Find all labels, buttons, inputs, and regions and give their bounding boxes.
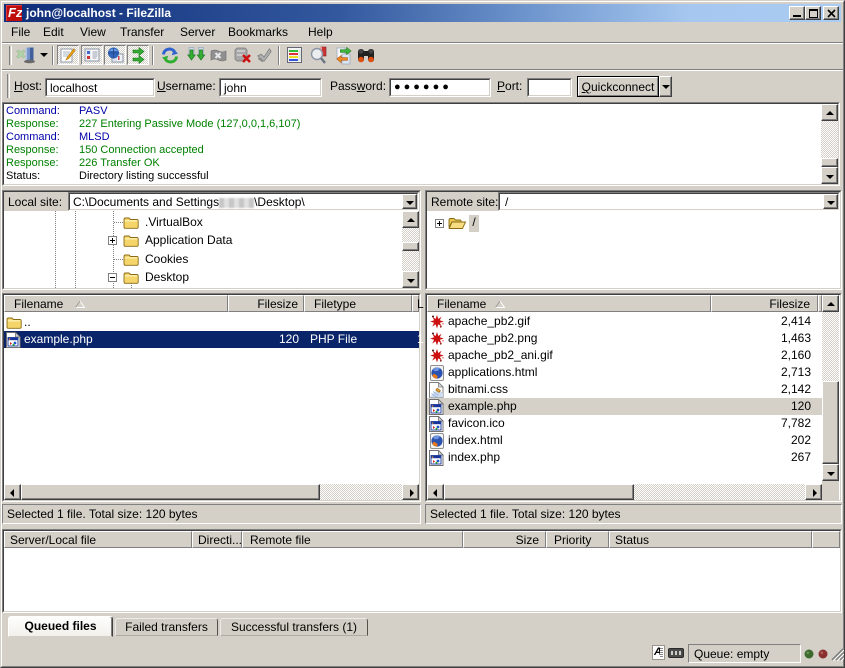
svg-text:Fz: Fz: [8, 5, 22, 20]
